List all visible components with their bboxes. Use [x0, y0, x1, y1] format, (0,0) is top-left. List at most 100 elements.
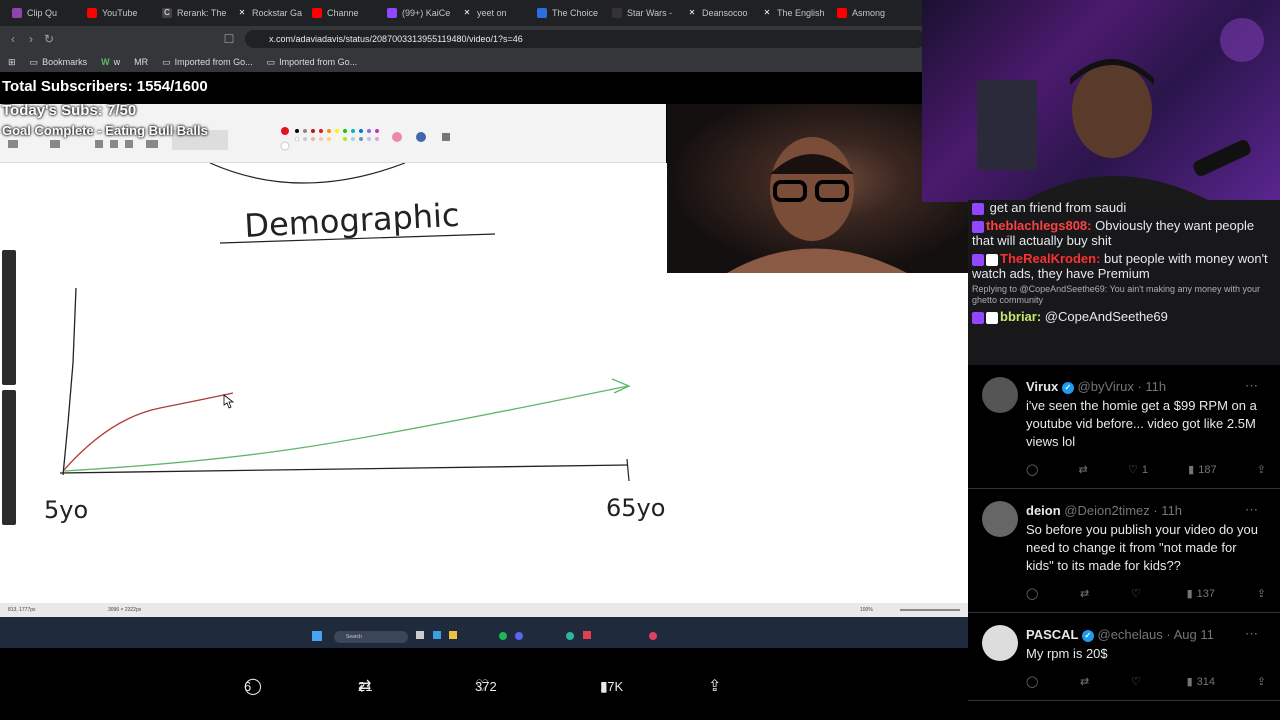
back-arrow-icon[interactable]: ‹: [4, 30, 22, 48]
browser-tab[interactable]: Clip Qu: [6, 0, 81, 26]
more-options-icon[interactable]: ⋯: [1245, 502, 1258, 518]
like-count: 372: [475, 678, 497, 694]
display-name[interactable]: Virux: [1026, 379, 1058, 394]
tab-label: Star Wars -: [627, 8, 673, 18]
browser-tab[interactable]: C Rerank: The: [156, 0, 231, 26]
forward-arrow-icon[interactable]: ›: [22, 30, 40, 48]
browser-tab[interactable]: ✕ Deansocoo: [681, 0, 756, 26]
canvas-side-slider[interactable]: [2, 250, 16, 385]
pencil-tool-icon[interactable]: [95, 140, 103, 148]
share-icon[interactable]: ⇪: [1257, 587, 1266, 600]
chat-username: theblachlegs808:: [986, 218, 1092, 233]
reply-tweet[interactable]: PASCAL ✓ @echelaus · Aug 11 ⋯ My rpm is …: [968, 613, 1280, 701]
tab-label: Channe: [327, 8, 359, 18]
browser-tab[interactable]: ✕ yeet on: [456, 0, 531, 26]
chat-username: bbriar:: [1000, 309, 1042, 324]
browser-tab[interactable]: Star Wars -: [606, 0, 681, 26]
tweet-text: My rpm is 20$: [1026, 646, 1108, 661]
share-icon[interactable]: ⇪: [1257, 463, 1266, 476]
like-button[interactable]: ♡ 1: [1128, 463, 1148, 477]
todays-subs-label: Today's Subs: 7/50: [2, 102, 137, 119]
browser-tab[interactable]: Channe: [306, 0, 381, 26]
app-icon[interactable]: [433, 631, 441, 639]
fill-tool-icon[interactable]: [110, 140, 118, 148]
hand-cursor-icon: [223, 394, 235, 409]
color-palette[interactable]: [280, 127, 379, 151]
bookmark-item[interactable]: MR: [134, 57, 148, 67]
image-tool-icon[interactable]: [50, 140, 60, 148]
url-field[interactable]: x.com/adaviadavis/status/208700331395511…: [245, 30, 925, 48]
like-button[interactable]: ♡: [1131, 675, 1145, 688]
zoom-tool-icon[interactable]: [125, 140, 133, 148]
chat-text: get an friend from saudi: [989, 200, 1127, 215]
layers-icon[interactable]: [442, 133, 450, 141]
windows-start-icon[interactable]: [312, 631, 322, 641]
x-icon: ✕: [763, 8, 771, 17]
app-icon-2[interactable]: [566, 632, 574, 640]
spotify-icon[interactable]: [499, 632, 507, 640]
avatar[interactable]: [982, 625, 1018, 661]
share-icon[interactable]: ⇪: [1257, 675, 1266, 688]
browser-tab[interactable]: ✕ The English: [756, 0, 831, 26]
repost-count: 21: [358, 678, 373, 694]
goal-label: Goal Complete - Eating Bull Balls: [2, 123, 208, 138]
browser-tab[interactable]: Asmong: [831, 0, 906, 26]
tab-label: The Choice: [552, 8, 599, 18]
browser-tab[interactable]: YouTube: [81, 0, 156, 26]
folder-icon: ▭: [162, 56, 171, 67]
like-button[interactable]: ♡: [1131, 587, 1145, 600]
reply-tweet[interactable]: deion @Deion2timez · 11h ⋯ So before you…: [968, 489, 1280, 613]
copilot-icon[interactable]: [416, 132, 426, 142]
discord-icon[interactable]: [515, 632, 523, 640]
repost-icon[interactable]: ⇄: [1080, 587, 1089, 600]
app-icon-4[interactable]: [649, 632, 657, 640]
bookmark-star-icon[interactable]: ☐: [220, 30, 238, 48]
reply-icon[interactable]: ◯: [1026, 675, 1038, 688]
app-icon-3[interactable]: [583, 631, 591, 639]
bookmark-item[interactable]: ▭ Bookmarks: [30, 57, 88, 68]
display-name[interactable]: PASCAL: [1026, 627, 1078, 642]
views-button[interactable]: ▮ 314: [1187, 675, 1215, 689]
more-options-icon[interactable]: ⋯: [1245, 626, 1258, 642]
tab-label: Deansocoo: [702, 8, 748, 18]
browser-tab[interactable]: ✕ Rockstar Ga: [231, 0, 306, 26]
share-icon: ⇪: [708, 678, 722, 695]
file-explorer-icon[interactable]: [449, 631, 457, 639]
avatar[interactable]: [982, 377, 1018, 413]
x-start-label: 5yo: [44, 496, 88, 524]
heart-icon: ♡: [1131, 676, 1141, 688]
reply-icon[interactable]: ◯: [1026, 587, 1038, 600]
browser-tab[interactable]: The Choice: [531, 0, 606, 26]
views-button[interactable]: ▮ 187: [1188, 463, 1216, 477]
task-view-icon[interactable]: [416, 631, 424, 639]
reply-icon[interactable]: ◯: [1026, 463, 1038, 476]
bookmark-item[interactable]: Ww: [101, 57, 120, 67]
tweet-actions: ◯ ⇄ ♡ ▮ 314 ⇪: [1026, 675, 1266, 689]
edit-colors-icon[interactable]: [392, 132, 402, 142]
reload-icon[interactable]: ↻: [40, 30, 58, 48]
views-button[interactable]: ▮ 137: [1187, 587, 1215, 601]
avatar[interactable]: [982, 501, 1018, 537]
canvas-side-slider-lower[interactable]: [2, 390, 16, 525]
zoom-slider[interactable]: [900, 609, 960, 611]
browser-tab[interactable]: (99+) KaiCe: [381, 0, 456, 26]
tab-label: YouTube: [102, 8, 138, 18]
tab-favicon-icon: [537, 8, 547, 18]
badge-icon: [986, 311, 998, 324]
more-options-icon[interactable]: ⋯: [1245, 378, 1258, 394]
bookmark-item[interactable]: ▭ Imported from Go...: [162, 57, 253, 68]
chat-message: TheRealKroden: but people with money won…: [972, 251, 1276, 281]
repost-icon[interactable]: ⇄: [1080, 675, 1089, 688]
reply-tweet[interactable]: Virux ✓ @byVirux · 11h ⋯ i've seen the h…: [968, 365, 1280, 489]
zoom-level: 100%: [860, 607, 873, 613]
taskbar-search-label: Search: [346, 634, 362, 640]
brush-tool-icon[interactable]: [146, 140, 158, 148]
selection-tool-icon[interactable]: [8, 140, 18, 148]
taskbar-search-box[interactable]: Search: [334, 631, 408, 643]
display-name[interactable]: deion: [1026, 503, 1061, 518]
bookmark-item[interactable]: ▭ Imported from Go...: [267, 57, 358, 68]
apps-grid-icon[interactable]: ⊞: [8, 57, 16, 68]
x-axis: [59, 464, 629, 474]
repost-icon[interactable]: ⇄: [1079, 463, 1088, 476]
tweet-actions: ◯ ⇄ ♡ ▮ 137 ⇪: [1026, 587, 1266, 601]
